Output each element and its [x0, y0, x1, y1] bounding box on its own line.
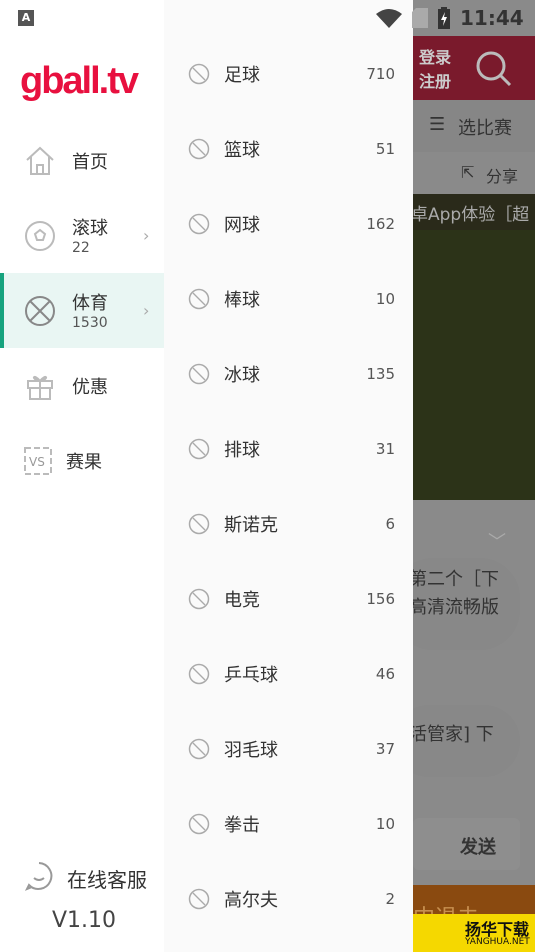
golf-icon — [188, 888, 210, 909]
sport-label: 排球 — [224, 439, 260, 461]
nav-label: 首页 — [72, 151, 108, 173]
nav-results[interactable]: VS 赛果 — [0, 423, 164, 498]
main-drawer: A gball.tv 首页 滚球 22 › 体育 1530 › 优惠 VS 赛果… — [0, 0, 164, 952]
sport-label: 网球 — [224, 214, 260, 236]
nav-label: 赛果 — [66, 451, 102, 473]
sport-label: 斯诺克 — [224, 514, 278, 536]
hockey-icon — [188, 363, 210, 384]
sport-label: 棒球 — [224, 289, 260, 311]
clock: 11:44 — [460, 6, 524, 30]
chevron-right-icon: › — [143, 226, 150, 245]
sport-item-boxing[interactable]: 拳击 10 — [164, 786, 413, 861]
sport-label: 足球 — [224, 64, 260, 86]
send-button: 发送 — [460, 837, 496, 858]
no-sim-icon — [412, 8, 428, 28]
menu-icon: ☰ — [429, 114, 446, 135]
sport-item-baseball[interactable]: 棒球 10 — [164, 261, 413, 336]
nav-promo[interactable]: 优惠 — [0, 348, 164, 423]
sport-label: 冰球 — [224, 364, 260, 386]
notification-icon: A — [18, 10, 34, 26]
version-label: V1.10 — [52, 908, 117, 933]
sport-item-esports[interactable]: 电竞 156 — [164, 561, 413, 636]
nav-label: 优惠 — [72, 376, 108, 398]
message: 高清流畅版 — [413, 597, 499, 618]
sport-count: 10 — [375, 814, 395, 833]
chat-icon — [24, 862, 53, 891]
sport-label: 乒乓球 — [224, 664, 278, 686]
nav-label: 体育 — [72, 293, 108, 314]
sport-count: 51 — [375, 139, 395, 158]
search-icon — [476, 51, 512, 87]
sport-label: 篮球 — [224, 139, 260, 161]
sports-list: 足球 710 篮球 51 网球 162 棒球 10 冰球 135 排球 31 斯诺克 6 电竞 156 乒乓球 4… — [164, 0, 413, 952]
sport-count: 710 — [366, 64, 395, 83]
esports-icon — [188, 588, 210, 609]
nav-label: 滚球 — [72, 218, 108, 239]
sport-item-tennis[interactable]: 网球 162 — [164, 186, 413, 261]
sport-item-soccer[interactable]: 足球 710 — [164, 36, 413, 111]
nav-live[interactable]: 滚球 22 › — [0, 198, 164, 273]
sport-count: 6 — [385, 514, 395, 533]
logo[interactable]: gball.tv — [20, 60, 139, 103]
select-match: 选比赛 — [458, 118, 512, 139]
sport-count: 162 — [366, 214, 395, 233]
sport-item-hockey[interactable]: 冰球 135 — [164, 336, 413, 411]
sport-count: 46 — [375, 664, 395, 683]
nav-count: 1530 — [72, 315, 108, 331]
baseball-icon — [188, 288, 210, 309]
watermark: 扬华下载 YANGHUA.NET — [413, 914, 535, 952]
sport-label: 拳击 — [224, 814, 260, 836]
sport-item-pingpong[interactable]: 乒乓球 46 — [164, 636, 413, 711]
wifi-icon — [376, 9, 402, 28]
chevron-right-icon: › — [143, 301, 150, 320]
battery-charging-icon — [438, 7, 450, 29]
volleyball-icon — [188, 438, 210, 459]
badminton-icon — [188, 738, 210, 759]
nav-home[interactable]: 首页 — [0, 123, 164, 198]
chevron-down-icon: ﹀ — [488, 532, 506, 553]
sport-item-badminton[interactable]: 羽毛球 37 — [164, 711, 413, 786]
sport-item-snooker[interactable]: 斯诺克 6 — [164, 486, 413, 561]
nav-count: 22 — [72, 240, 90, 256]
svg-text:VS: VS — [29, 455, 45, 469]
marquee-text: 卓App体验［超 — [413, 205, 530, 225]
register-link: 注册 — [419, 72, 452, 91]
basketball-icon — [25, 295, 55, 326]
dimmed-background[interactable]: 登录 注册 ☰ 选比赛 ⇱ 分享 卓App体验［超 ﹀ 第二个［下 高清流畅版 … — [413, 0, 535, 952]
sport-count: 156 — [366, 589, 395, 608]
share-label: 分享 — [486, 167, 519, 186]
message: 第二个［下 — [413, 569, 499, 590]
tennis-icon — [188, 213, 210, 234]
sport-item-golf[interactable]: 高尔夫 2 — [164, 861, 413, 936]
login-link: 登录 — [419, 48, 452, 67]
sport-item-volleyball[interactable]: 排球 31 — [164, 411, 413, 486]
soccer-ball-icon — [25, 220, 55, 251]
sport-label: 电竞 — [224, 589, 260, 611]
watermark-en: YANGHUA.NET — [465, 937, 530, 947]
gift-icon — [27, 375, 53, 400]
status-bar: 11:44 — [376, 6, 524, 30]
versus-icon: VS — [24, 446, 52, 475]
home-icon — [26, 146, 54, 175]
message: 活管家] 下 — [413, 724, 494, 745]
sport-count: 10 — [375, 289, 395, 308]
sport-count: 37 — [375, 739, 395, 758]
support-link[interactable]: 在线客服 — [67, 864, 147, 893]
sport-label: 高尔夫 — [224, 889, 278, 911]
basketball-icon — [188, 138, 210, 159]
sport-count: 2 — [385, 889, 395, 908]
snooker-icon — [188, 513, 210, 534]
sport-count: 31 — [375, 439, 395, 458]
sport-count: 135 — [366, 364, 395, 383]
nav-sports[interactable]: 体育 1530 › — [0, 273, 164, 348]
soccer-icon — [188, 63, 210, 84]
boxing-icon — [188, 813, 210, 834]
sport-item-basketball[interactable]: 篮球 51 — [164, 111, 413, 186]
video-player — [413, 230, 535, 500]
pingpong-icon — [188, 663, 210, 684]
share-icon: ⇱ — [461, 163, 475, 182]
sport-label: 羽毛球 — [224, 739, 278, 761]
